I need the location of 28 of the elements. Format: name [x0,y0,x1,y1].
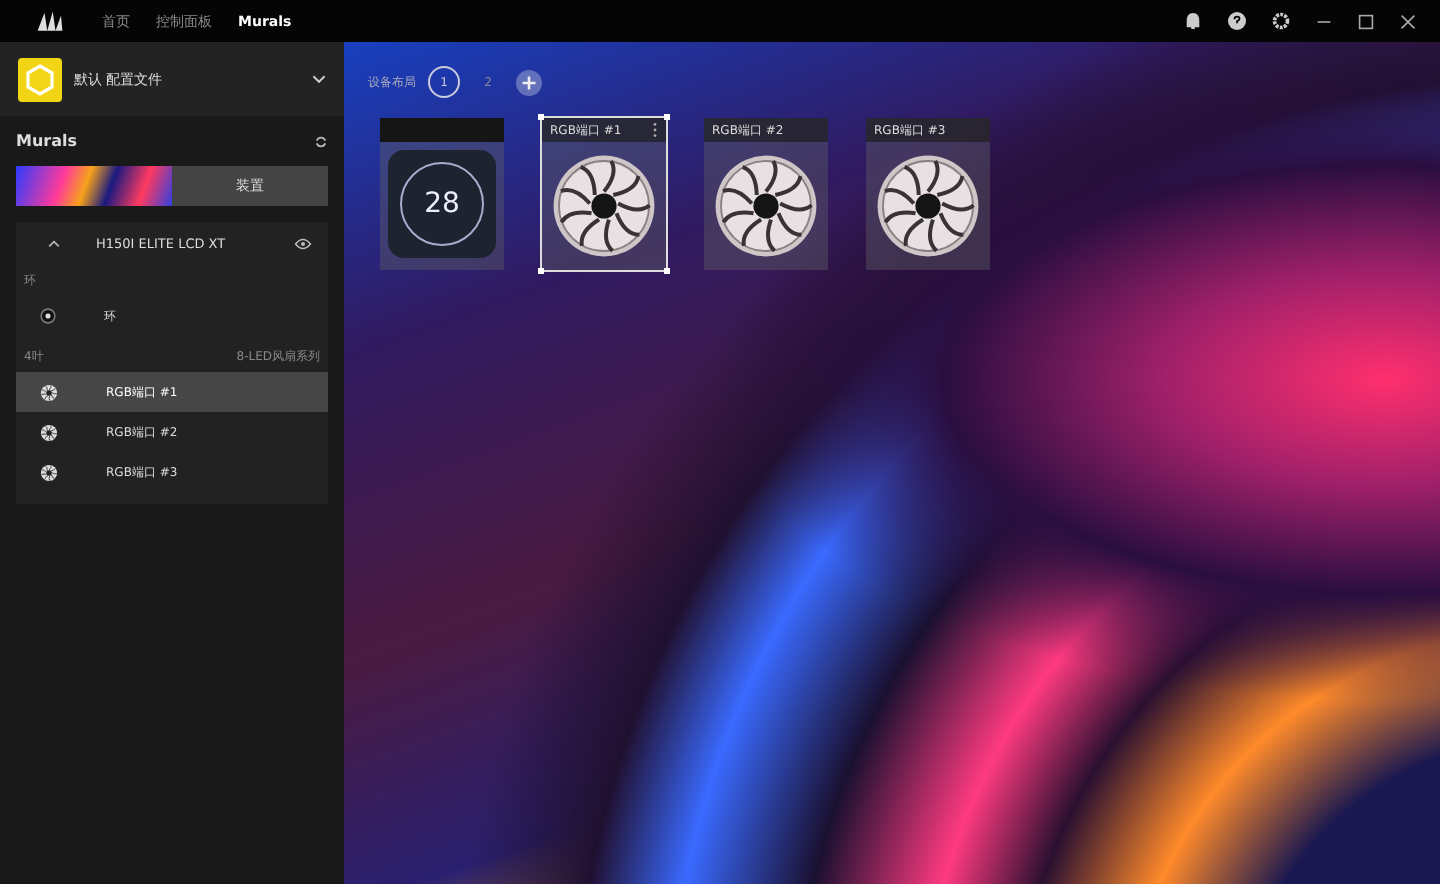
fan-drawing [550,152,658,260]
resize-handle[interactable] [664,268,670,274]
wallpaper-thumbnail[interactable] [16,166,172,206]
caret-up-icon[interactable] [48,240,60,248]
resize-handle[interactable] [538,268,544,274]
add-icon[interactable] [516,69,542,95]
section-title: Murals [16,132,78,150]
maximize-icon[interactable] [1358,13,1374,29]
lcd-screen: 28 [388,150,496,258]
resize-handle[interactable] [538,114,544,120]
more-icon[interactable] [652,122,658,138]
fan-drawing [874,152,982,260]
ring-icon [40,308,56,324]
bell-icon[interactable] [1184,12,1202,30]
card-header-bar [380,118,504,142]
fan-icon [40,463,58,481]
close-icon[interactable] [1400,13,1416,29]
refresh-icon[interactable] [314,133,328,149]
sails-logo-icon [36,10,64,32]
settings-icon[interactable] [1272,12,1290,30]
resize-handle[interactable] [664,114,670,120]
fan-icon [40,423,58,441]
fan-drawing [712,152,820,260]
fan-icon [40,383,58,401]
help-icon[interactable] [1228,12,1246,30]
eye-icon[interactable] [294,238,312,250]
chevron-down-icon [312,74,326,84]
device-card[interactable]: 28 [380,118,504,270]
